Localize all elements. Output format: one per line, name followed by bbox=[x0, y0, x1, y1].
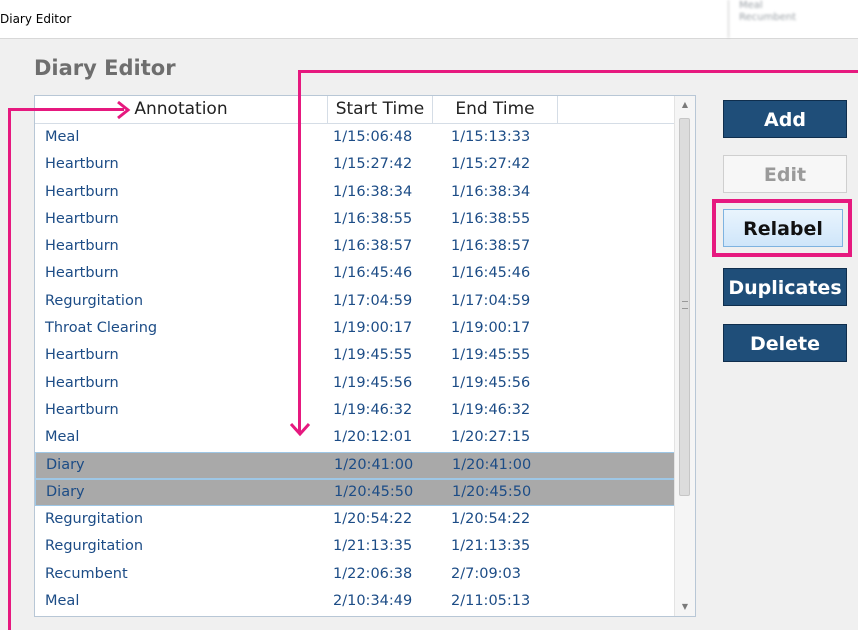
table-row[interactable]: Throat Clearing 1/19:00:17 1/19:00:17 bbox=[35, 315, 675, 342]
grip-icon bbox=[682, 301, 688, 309]
end-time-cell: 1/19:45:55 bbox=[451, 347, 531, 364]
arrow-right-icon bbox=[117, 100, 131, 120]
annotation-cell: Regurgitation bbox=[45, 292, 144, 309]
end-time-cell: 1/16:45:46 bbox=[451, 265, 531, 282]
table-row[interactable]: Heartburn 1/16:45:46 1/16:45:46 bbox=[35, 260, 675, 287]
table-row[interactable]: Regurgitation 1/20:54:22 1/20:54:22 bbox=[35, 506, 675, 533]
vertical-scrollbar[interactable]: ▲ ▼ bbox=[674, 96, 695, 616]
table-row[interactable]: Meal 2/10:34:49 2/11:05:13 bbox=[35, 588, 675, 615]
annotation-cell: Regurgitation bbox=[45, 538, 144, 555]
annotation-cell: Heartburn bbox=[45, 265, 119, 282]
table-row[interactable]: Heartburn 1/19:45:56 1/19:45:56 bbox=[35, 370, 675, 397]
annotation-line-left bbox=[8, 108, 11, 630]
end-time-cell: 1/20:45:50 bbox=[452, 483, 532, 500]
column-header-end-time[interactable]: End Time bbox=[433, 96, 558, 123]
end-time-cell: 2/11:05:13 bbox=[451, 593, 531, 610]
arrow-down-icon bbox=[289, 422, 311, 437]
end-time-cell: 1/16:38:34 bbox=[451, 183, 531, 200]
annotation-cell: Diary bbox=[46, 483, 85, 500]
annotation-cell: Heartburn bbox=[45, 210, 119, 227]
annotation-cell: Heartburn bbox=[45, 347, 119, 364]
table-row[interactable]: Heartburn 1/19:46:32 1/19:46:32 bbox=[35, 397, 675, 424]
start-time-cell: 2/10:34:49 bbox=[333, 593, 413, 610]
start-time-cell: 1/16:38:34 bbox=[333, 183, 413, 200]
start-time-cell: 1/16:38:55 bbox=[333, 210, 413, 227]
add-button[interactable]: Add bbox=[723, 100, 847, 138]
start-time-cell: 1/19:45:55 bbox=[333, 347, 413, 364]
start-time-cell: 1/20:54:22 bbox=[333, 511, 413, 528]
table-row[interactable]: Diary 1/20:45:50 1/20:45:50 bbox=[35, 478, 675, 507]
end-time-cell: 1/19:45:56 bbox=[451, 374, 531, 391]
annotation-cell: Meal bbox=[45, 129, 80, 145]
annotation-line-left-horizontal bbox=[8, 108, 124, 111]
diary-list[interactable]: Annotation Start Time End Time Meal 1/15:… bbox=[34, 95, 696, 617]
table-row[interactable]: Heartburn 1/19:45:55 1/19:45:55 bbox=[35, 342, 675, 369]
start-time-cell: 1/19:00:17 bbox=[333, 320, 413, 337]
annotation-line-top bbox=[298, 70, 858, 73]
start-time-cell: 1/15:27:42 bbox=[333, 156, 413, 173]
start-time-cell: 1/20:12:01 bbox=[333, 429, 413, 446]
annotation-cell: Meal bbox=[45, 593, 80, 610]
annotation-cell: Regurgitation bbox=[45, 511, 144, 528]
start-time-cell: 1/16:45:46 bbox=[333, 265, 413, 282]
edit-button[interactable]: Edit bbox=[723, 155, 847, 193]
end-time-cell: 1/19:00:17 bbox=[451, 320, 531, 337]
start-time-cell: 1/15:06:48 bbox=[333, 129, 413, 145]
table-row[interactable]: Diary 1/20:41:00 1/20:41:00 bbox=[35, 451, 675, 479]
annotation-cell: Meal bbox=[45, 429, 80, 446]
end-time-cell: 1/15:13:33 bbox=[451, 129, 531, 145]
table-row[interactable]: Regurgitation 1/21:13:35 1/21:13:35 bbox=[35, 533, 675, 560]
annotation-cell: Heartburn bbox=[45, 374, 119, 391]
end-time-cell: 1/19:46:32 bbox=[451, 401, 531, 418]
end-time-cell: 1/20:54:22 bbox=[451, 511, 531, 528]
table-row[interactable]: Heartburn 1/16:38:57 1/16:38:57 bbox=[35, 233, 675, 260]
blurred-text: Recumbent bbox=[739, 12, 796, 23]
scrollbar-thumb[interactable] bbox=[679, 118, 690, 496]
page-title: Diary Editor bbox=[34, 56, 176, 80]
scroll-up-icon[interactable]: ▲ bbox=[675, 96, 695, 114]
relabel-highlight-box bbox=[712, 199, 852, 257]
blurred-text: Meal bbox=[739, 0, 763, 11]
start-time-cell: 1/22:06:38 bbox=[333, 565, 413, 582]
table-row[interactable]: Heartburn 1/15:27:42 1/15:27:42 bbox=[35, 151, 675, 178]
annotation-cell: Diary bbox=[46, 456, 85, 473]
duplicates-button[interactable]: Duplicates bbox=[723, 268, 847, 306]
annotation-line-vertical bbox=[298, 70, 301, 432]
start-time-cell: 1/16:38:57 bbox=[333, 238, 413, 255]
delete-button[interactable]: Delete bbox=[723, 324, 847, 362]
scroll-down-icon[interactable]: ▼ bbox=[675, 598, 695, 616]
end-time-cell: 1/20:41:00 bbox=[452, 456, 532, 473]
table-row[interactable]: Meal 1/20:12:01 1/20:27:15 bbox=[35, 424, 675, 451]
table-row[interactable]: Regurgitation 1/17:04:59 1/17:04:59 bbox=[35, 288, 675, 315]
annotation-cell: Heartburn bbox=[45, 156, 119, 173]
end-time-cell: 1/15:27:42 bbox=[451, 156, 531, 173]
table-row[interactable]: Recumbent 1/22:06:38 2/7:09:03 bbox=[35, 561, 675, 588]
annotation-cell: Throat Clearing bbox=[45, 320, 158, 337]
title-bar: Diary Editor Meal Recumbent bbox=[0, 0, 858, 39]
start-time-cell: 1/20:45:50 bbox=[334, 483, 414, 500]
end-time-cell: 2/7:09:03 bbox=[451, 565, 522, 582]
table-body: Meal 1/15:06:48 1/15:13:33 Heartburn 1/15:27… bbox=[35, 124, 675, 615]
table-row[interactable]: Heartburn 1/16:38:55 1/16:38:55 bbox=[35, 206, 675, 233]
end-time-cell: 1/16:38:55 bbox=[451, 210, 531, 227]
start-time-cell: 1/20:41:00 bbox=[334, 456, 414, 473]
start-time-cell: 1/19:45:56 bbox=[333, 374, 413, 391]
table-row[interactable]: Meal 1/15:06:48 1/15:13:33 bbox=[35, 124, 675, 151]
window-title: Diary Editor bbox=[0, 12, 72, 26]
end-time-cell: 1/21:13:35 bbox=[451, 538, 531, 555]
column-header-start-time[interactable]: Start Time bbox=[328, 96, 433, 123]
table-row[interactable]: Heartburn 1/16:38:34 1/16:38:34 bbox=[35, 179, 675, 206]
annotation-cell: Heartburn bbox=[45, 183, 119, 200]
end-time-cell: 1/16:38:57 bbox=[451, 238, 531, 255]
annotation-cell: Recumbent bbox=[45, 565, 128, 582]
start-time-cell: 1/21:13:35 bbox=[333, 538, 413, 555]
end-time-cell: 1/20:27:15 bbox=[451, 429, 531, 446]
end-time-cell: 1/17:04:59 bbox=[451, 292, 531, 309]
annotation-cell: Heartburn bbox=[45, 238, 119, 255]
blurred-background-window: Meal Recumbent bbox=[728, 0, 858, 38]
start-time-cell: 1/19:46:32 bbox=[333, 401, 413, 418]
annotation-cell: Heartburn bbox=[45, 401, 119, 418]
start-time-cell: 1/17:04:59 bbox=[333, 292, 413, 309]
